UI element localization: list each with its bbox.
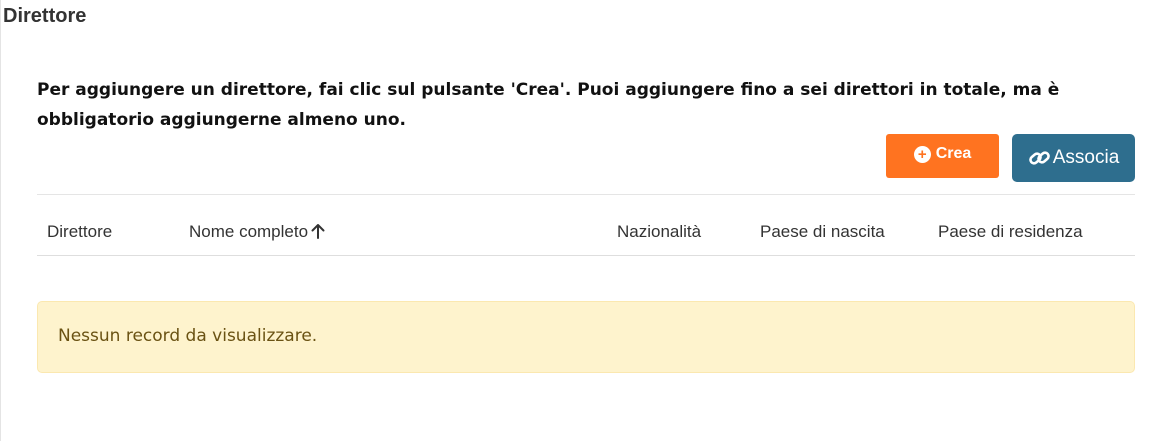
empty-state-message: Nessun record da visualizzare.	[58, 326, 318, 346]
create-button-label: Crea	[935, 145, 972, 162]
column-header-direttore[interactable]: Direttore	[47, 222, 112, 242]
associate-button[interactable]: Associa	[1012, 134, 1135, 182]
column-header-paese-di-nascita[interactable]: Paese di nascita	[760, 222, 885, 242]
arrow-up-icon	[311, 224, 325, 239]
section-title: Direttore	[3, 5, 87, 27]
column-header-nome-completo[interactable]: Nome completo	[189, 222, 325, 242]
instructions-text: Per aggiungere un direttore, fai clic su…	[37, 80, 1060, 130]
table-top-divider	[37, 194, 1135, 195]
associate-button-label: Associa	[1052, 147, 1120, 168]
column-header-nazionalita[interactable]: Nazionalità	[617, 222, 701, 242]
empty-state-alert: Nessun record da visualizzare.	[37, 301, 1135, 373]
link-icon	[1028, 151, 1050, 165]
left-border	[0, 0, 1, 441]
table-header-divider	[37, 255, 1135, 256]
column-header-nome-completo-label: Nome completo	[189, 222, 309, 241]
column-header-paese-di-residenza[interactable]: Paese di residenza	[938, 222, 1083, 242]
create-button[interactable]: + Crea	[886, 134, 999, 178]
plus-circle-icon: +	[913, 145, 931, 163]
